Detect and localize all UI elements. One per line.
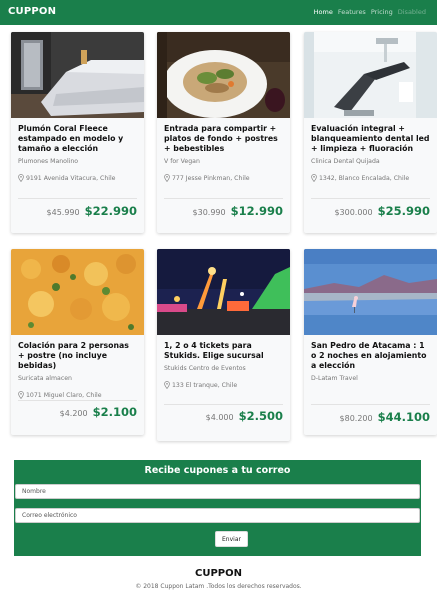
map-pin-icon xyxy=(18,391,24,399)
deal-old-price: $80.200 xyxy=(339,414,373,423)
deal-prices: $30.990 $12.990 xyxy=(193,204,283,218)
newsletter-form: Recibe cupones a tu correo Enviar xyxy=(14,460,421,556)
divider xyxy=(164,198,283,199)
map-pin-icon xyxy=(164,174,170,182)
deal-card[interactable]: Evaluación integral + blanqueamiento den… xyxy=(304,32,437,233)
deal-image-bedroom[interactable] xyxy=(11,32,144,118)
deal-image-food-plate[interactable] xyxy=(157,32,290,118)
nav-link-disabled: Disabled xyxy=(397,8,426,16)
deal-new-price: $22.990 xyxy=(84,204,137,218)
deal-seller: Clinica Dental Quijada xyxy=(311,158,380,165)
deal-address-text: 133 El tranque, Chile xyxy=(172,381,238,389)
deal-title[interactable]: 1, 2 o 4 tickets para Stukids. Elige suc… xyxy=(164,341,283,361)
deal-card[interactable]: Plumón Coral Fleece estampado en modelo … xyxy=(11,32,144,233)
deal-title[interactable]: Evaluación integral + blanqueamiento den… xyxy=(311,124,430,154)
deal-image-stew[interactable] xyxy=(11,249,144,335)
newsletter-title: Recibe cupones a tu correo xyxy=(144,465,291,476)
deal-card[interactable]: 1, 2 o 4 tickets para Stukids. Elige suc… xyxy=(157,249,290,441)
deal-title[interactable]: San Pedro de Atacama : 1 o 2 noches en a… xyxy=(311,341,430,371)
submit-button[interactable]: Enviar xyxy=(215,531,248,547)
deal-image-lake-flamingos[interactable] xyxy=(304,249,437,335)
brand-logo[interactable]: CUPPON xyxy=(8,6,56,17)
divider xyxy=(164,404,283,405)
deal-new-price: $44.100 xyxy=(377,410,430,424)
deal-title[interactable]: Entrada para compartir + platos de fondo… xyxy=(164,124,283,154)
deal-prices: $4.000 $2.500 xyxy=(206,409,283,423)
footer-brand: CUPPON xyxy=(195,568,242,579)
map-pin-icon xyxy=(164,381,170,389)
deal-address-text: 1342, Blanco Encalada, Chile xyxy=(319,174,410,182)
deal-address-text: 1071 Miguel Claro, Chile xyxy=(26,391,102,399)
divider xyxy=(311,404,430,405)
deal-seller: Stukids Centro de Eventos xyxy=(164,365,246,372)
navbar: CUPPON Home Features Pricing Disabled xyxy=(0,0,437,25)
deal-old-price: $300.000 xyxy=(334,208,373,217)
deal-title[interactable]: Plumón Coral Fleece estampado en modelo … xyxy=(18,124,137,154)
deal-old-price: $4.200 xyxy=(59,409,88,418)
deal-address: 777 Jesse Pinkman, Chile xyxy=(164,174,283,182)
divider xyxy=(18,198,137,199)
deal-prices: $45.990 $22.990 xyxy=(47,204,137,218)
nav-link-features[interactable]: Features xyxy=(338,8,366,16)
deal-old-price: $30.990 xyxy=(192,208,226,217)
map-pin-icon xyxy=(311,174,317,182)
deal-seller: Suricata almacen xyxy=(18,375,72,382)
deal-address-text: 777 Jesse Pinkman, Chile xyxy=(172,174,250,182)
deal-prices: $300.000 $25.990 xyxy=(334,204,430,218)
name-input[interactable] xyxy=(15,484,420,499)
deal-address: 133 El tranque, Chile xyxy=(164,381,283,389)
email-input[interactable] xyxy=(15,508,420,523)
deal-card[interactable]: San Pedro de Atacama : 1 o 2 noches en a… xyxy=(304,249,437,435)
deal-new-price: $12.990 xyxy=(230,204,283,218)
deal-new-price: $25.990 xyxy=(377,204,430,218)
footer-copyright: © 2018 Cuppon Latam .Todos los derechos … xyxy=(135,583,302,590)
nav-link-pricing[interactable]: Pricing xyxy=(371,8,393,16)
deal-address-text: 9191 Avenida Vitacura, Chile xyxy=(26,174,116,182)
deal-prices: $80.200 $44.100 xyxy=(340,410,430,424)
deal-title[interactable]: Colación para 2 personas + postre (no in… xyxy=(18,341,137,371)
deal-new-price: $2.500 xyxy=(238,409,283,423)
deal-seller: D-Latam Travel xyxy=(311,375,358,382)
deal-image-dental-chair[interactable] xyxy=(304,32,437,118)
nav-links: Home Features Pricing Disabled xyxy=(314,8,426,16)
deal-seller: Plumones Manolino xyxy=(18,158,79,165)
deal-old-price: $4.000 xyxy=(205,413,234,422)
deal-image-fair-night[interactable] xyxy=(157,249,290,335)
deal-card[interactable]: Colación para 2 personas + postre (no in… xyxy=(11,249,144,435)
divider xyxy=(311,198,430,199)
deal-card[interactable]: Entrada para compartir + platos de fondo… xyxy=(157,32,290,233)
deal-seller: V for Vegan xyxy=(164,158,200,165)
deal-old-price: $45.990 xyxy=(46,208,80,217)
deal-prices: $4.200 $2.100 xyxy=(60,405,137,419)
map-pin-icon xyxy=(18,174,24,182)
deal-new-price: $2.100 xyxy=(92,405,137,419)
deal-address: 1342, Blanco Encalada, Chile xyxy=(311,174,430,182)
deal-address: 1071 Miguel Claro, Chile xyxy=(18,391,137,399)
nav-link-home[interactable]: Home xyxy=(314,8,333,16)
divider xyxy=(18,400,137,401)
deal-address: 9191 Avenida Vitacura, Chile xyxy=(18,174,137,182)
